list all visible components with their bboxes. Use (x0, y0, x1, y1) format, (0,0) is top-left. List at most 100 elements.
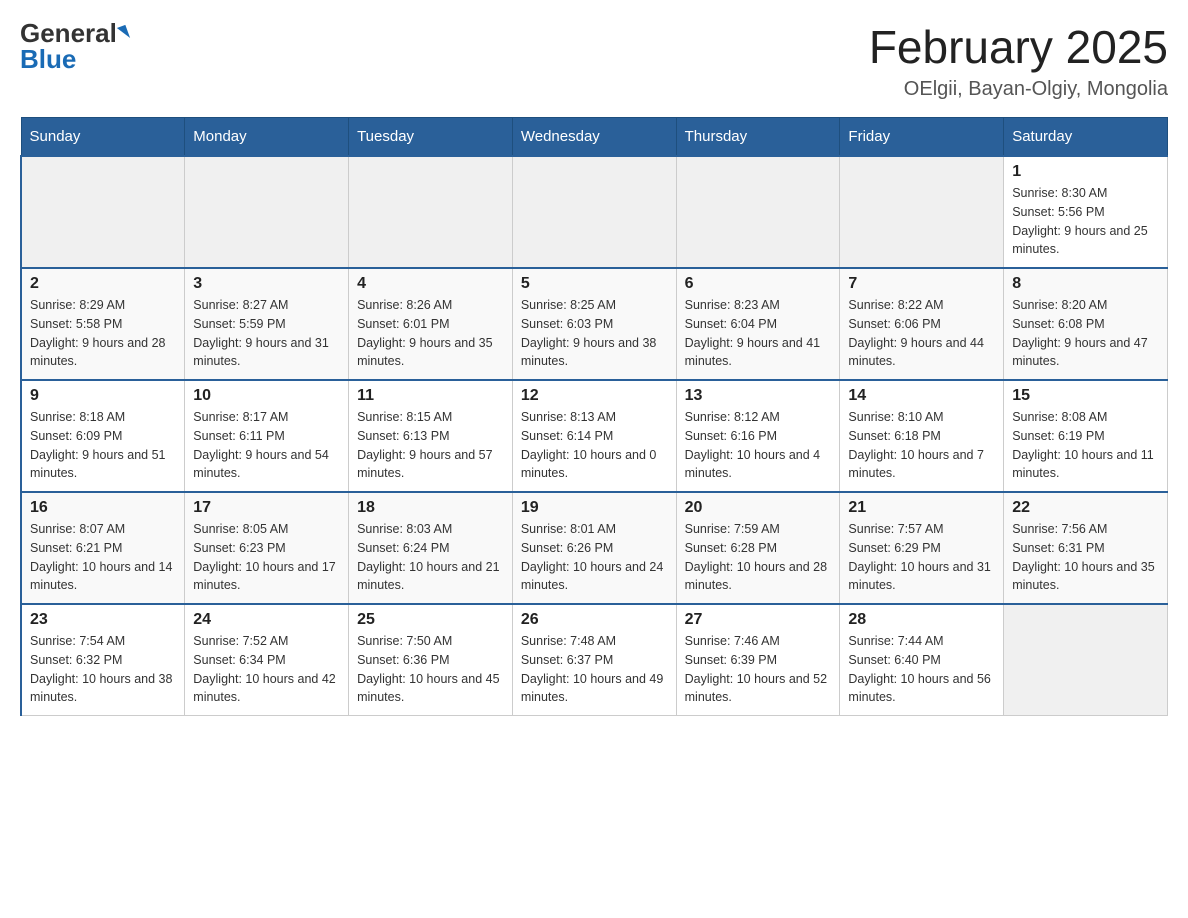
day-info: Sunrise: 8:10 AMSunset: 6:18 PMDaylight:… (848, 408, 995, 483)
day-info: Sunrise: 8:07 AMSunset: 6:21 PMDaylight:… (30, 520, 176, 595)
calendar-cell: 17Sunrise: 8:05 AMSunset: 6:23 PMDayligh… (185, 492, 349, 604)
calendar-cell (676, 156, 840, 268)
day-info: Sunrise: 8:13 AMSunset: 6:14 PMDaylight:… (521, 408, 668, 483)
day-info: Sunrise: 7:50 AMSunset: 6:36 PMDaylight:… (357, 632, 504, 707)
day-info: Sunrise: 8:08 AMSunset: 6:19 PMDaylight:… (1012, 408, 1159, 483)
calendar-cell: 28 Sunrise: 7:44 AMSunset: 6:40 PMDayligh… (840, 604, 1004, 716)
calendar-cell: 10 Sunrise: 8:17 AMSunset: 6:11 PMDayligh… (185, 380, 349, 492)
week-row-4: 16 Sunrise: 8:07 AMSunset: 6:21 PMDayligh… (21, 492, 1168, 604)
day-number: 21 (848, 499, 995, 517)
calendar-cell: 6 Sunrise: 8:23 AMSunset: 6:04 PMDaylight… (676, 268, 840, 380)
day-info: Sunrise: 8:01 AMSunset: 6:26 PMDaylight:… (521, 520, 668, 595)
day-number: 9 (30, 387, 176, 405)
day-number: 10 (193, 387, 340, 405)
day-number: 22 (1012, 499, 1159, 517)
week-row-2: 2 Sunrise: 8:29 AMSunset: 5:58 PMDaylight… (21, 268, 1168, 380)
logo-arrow-icon (117, 25, 130, 41)
calendar-cell (512, 156, 676, 268)
page-header: General Blue February 2025 OElgii, Bayan… (20, 20, 1168, 101)
day-info: Sunrise: 8:20 AMSunset: 6:08 PMDaylight:… (1012, 296, 1159, 371)
calendar-cell: 13 Sunrise: 8:12 AMSunset: 6:16 PMDayligh… (676, 380, 840, 492)
calendar-cell: 21 Sunrise: 7:57 AMSunset: 6:29 PMDayligh… (840, 492, 1004, 604)
day-number: 4 (357, 275, 504, 293)
day-number: 14 (848, 387, 995, 405)
title-block: February 2025 OElgii, Bayan-Olgiy, Mongo… (869, 20, 1168, 101)
day-number: 2 (30, 275, 176, 293)
calendar-cell: 16 Sunrise: 8:07 AMSunset: 6:21 PMDayligh… (21, 492, 185, 604)
day-number: 3 (193, 275, 340, 293)
day-info: Sunrise: 7:44 AMSunset: 6:40 PMDaylight:… (848, 632, 995, 707)
day-info: Sunrise: 7:59 AMSunset: 6:28 PMDaylight:… (685, 520, 832, 595)
calendar-cell: 4 Sunrise: 8:26 AMSunset: 6:01 PMDaylight… (349, 268, 513, 380)
day-info: Sunrise: 7:48 AMSunset: 6:37 PMDaylight:… (521, 632, 668, 707)
day-number: 19 (521, 499, 668, 517)
calendar-cell: 5Sunrise: 8:25 AMSunset: 6:03 PMDaylight… (512, 268, 676, 380)
day-info: Sunrise: 8:22 AMSunset: 6:06 PMDaylight:… (848, 296, 995, 371)
day-info: Sunrise: 8:18 AMSunset: 6:09 PMDaylight:… (30, 408, 176, 483)
day-number: 15 (1012, 387, 1159, 405)
day-info: Sunrise: 8:29 AMSunset: 5:58 PMDaylight:… (30, 296, 176, 371)
day-number: 1 (1012, 163, 1159, 181)
week-row-3: 9 Sunrise: 8:18 AMSunset: 6:09 PMDaylight… (21, 380, 1168, 492)
weekday-header-row: SundayMondayTuesdayWednesdayThursdayFrid… (21, 118, 1168, 157)
day-number: 11 (357, 387, 504, 405)
calendar-cell: 9 Sunrise: 8:18 AMSunset: 6:09 PMDaylight… (21, 380, 185, 492)
day-info: Sunrise: 8:03 AMSunset: 6:24 PMDaylight:… (357, 520, 504, 595)
calendar-cell: 2 Sunrise: 8:29 AMSunset: 5:58 PMDaylight… (21, 268, 185, 380)
calendar-cell (349, 156, 513, 268)
day-info: Sunrise: 8:25 AMSunset: 6:03 PMDaylight:… (521, 296, 668, 371)
calendar-cell (840, 156, 1004, 268)
calendar-table: SundayMondayTuesdayWednesdayThursdayFrid… (20, 117, 1168, 716)
weekday-header-thursday: Thursday (676, 118, 840, 157)
day-number: 20 (685, 499, 832, 517)
calendar-cell: 12 Sunrise: 8:13 AMSunset: 6:14 PMDayligh… (512, 380, 676, 492)
day-info: Sunrise: 8:12 AMSunset: 6:16 PMDaylight:… (685, 408, 832, 483)
day-info: Sunrise: 8:26 AMSunset: 6:01 PMDaylight:… (357, 296, 504, 371)
calendar-cell: 25Sunrise: 7:50 AMSunset: 6:36 PMDayligh… (349, 604, 513, 716)
day-number: 6 (685, 275, 832, 293)
weekday-header-monday: Monday (185, 118, 349, 157)
calendar-cell: 14 Sunrise: 8:10 AMSunset: 6:18 PMDayligh… (840, 380, 1004, 492)
weekday-header-wednesday: Wednesday (512, 118, 676, 157)
day-number: 12 (521, 387, 668, 405)
calendar-cell: 27 Sunrise: 7:46 AMSunset: 6:39 PMDayligh… (676, 604, 840, 716)
calendar-cell (1004, 604, 1168, 716)
calendar-cell: 23Sunrise: 7:54 AMSunset: 6:32 PMDayligh… (21, 604, 185, 716)
day-info: Sunrise: 8:23 AMSunset: 6:04 PMDaylight:… (685, 296, 832, 371)
day-info: Sunrise: 7:46 AMSunset: 6:39 PMDaylight:… (685, 632, 832, 707)
day-info: Sunrise: 8:05 AMSunset: 6:23 PMDaylight:… (193, 520, 340, 595)
day-info: Sunrise: 8:27 AMSunset: 5:59 PMDaylight:… (193, 296, 340, 371)
week-row-5: 23Sunrise: 7:54 AMSunset: 6:32 PMDayligh… (21, 604, 1168, 716)
day-number: 28 (848, 611, 995, 629)
calendar-title: February 2025 (869, 20, 1168, 74)
day-number: 26 (521, 611, 668, 629)
day-info: Sunrise: 7:57 AMSunset: 6:29 PMDaylight:… (848, 520, 995, 595)
day-number: 18 (357, 499, 504, 517)
day-number: 8 (1012, 275, 1159, 293)
calendar-cell: 24 Sunrise: 7:52 AMSunset: 6:34 PMDayligh… (185, 604, 349, 716)
day-info: Sunrise: 7:52 AMSunset: 6:34 PMDaylight:… (193, 632, 340, 707)
calendar-cell: 20 Sunrise: 7:59 AMSunset: 6:28 PMDayligh… (676, 492, 840, 604)
day-number: 16 (30, 499, 176, 517)
logo: General Blue (20, 20, 128, 72)
day-number: 23 (30, 611, 176, 629)
day-info: Sunrise: 8:15 AMSunset: 6:13 PMDaylight:… (357, 408, 504, 483)
day-number: 27 (685, 611, 832, 629)
calendar-cell: 26 Sunrise: 7:48 AMSunset: 6:37 PMDayligh… (512, 604, 676, 716)
day-number: 7 (848, 275, 995, 293)
calendar-cell: 1Sunrise: 8:30 AMSunset: 5:56 PMDaylight… (1004, 156, 1168, 268)
calendar-cell: 7 Sunrise: 8:22 AMSunset: 6:06 PMDaylight… (840, 268, 1004, 380)
week-row-1: 1Sunrise: 8:30 AMSunset: 5:56 PMDaylight… (21, 156, 1168, 268)
calendar-cell: 8 Sunrise: 8:20 AMSunset: 6:08 PMDaylight… (1004, 268, 1168, 380)
calendar-cell (21, 156, 185, 268)
weekday-header-friday: Friday (840, 118, 1004, 157)
calendar-cell (185, 156, 349, 268)
day-info: Sunrise: 8:17 AMSunset: 6:11 PMDaylight:… (193, 408, 340, 483)
calendar-location: OElgii, Bayan-Olgiy, Mongolia (869, 78, 1168, 101)
day-number: 13 (685, 387, 832, 405)
day-number: 24 (193, 611, 340, 629)
day-info: Sunrise: 7:56 AMSunset: 6:31 PMDaylight:… (1012, 520, 1159, 595)
calendar-cell: 18 Sunrise: 8:03 AMSunset: 6:24 PMDayligh… (349, 492, 513, 604)
calendar-cell: 22 Sunrise: 7:56 AMSunset: 6:31 PMDayligh… (1004, 492, 1168, 604)
logo-blue-text: Blue (20, 46, 76, 72)
